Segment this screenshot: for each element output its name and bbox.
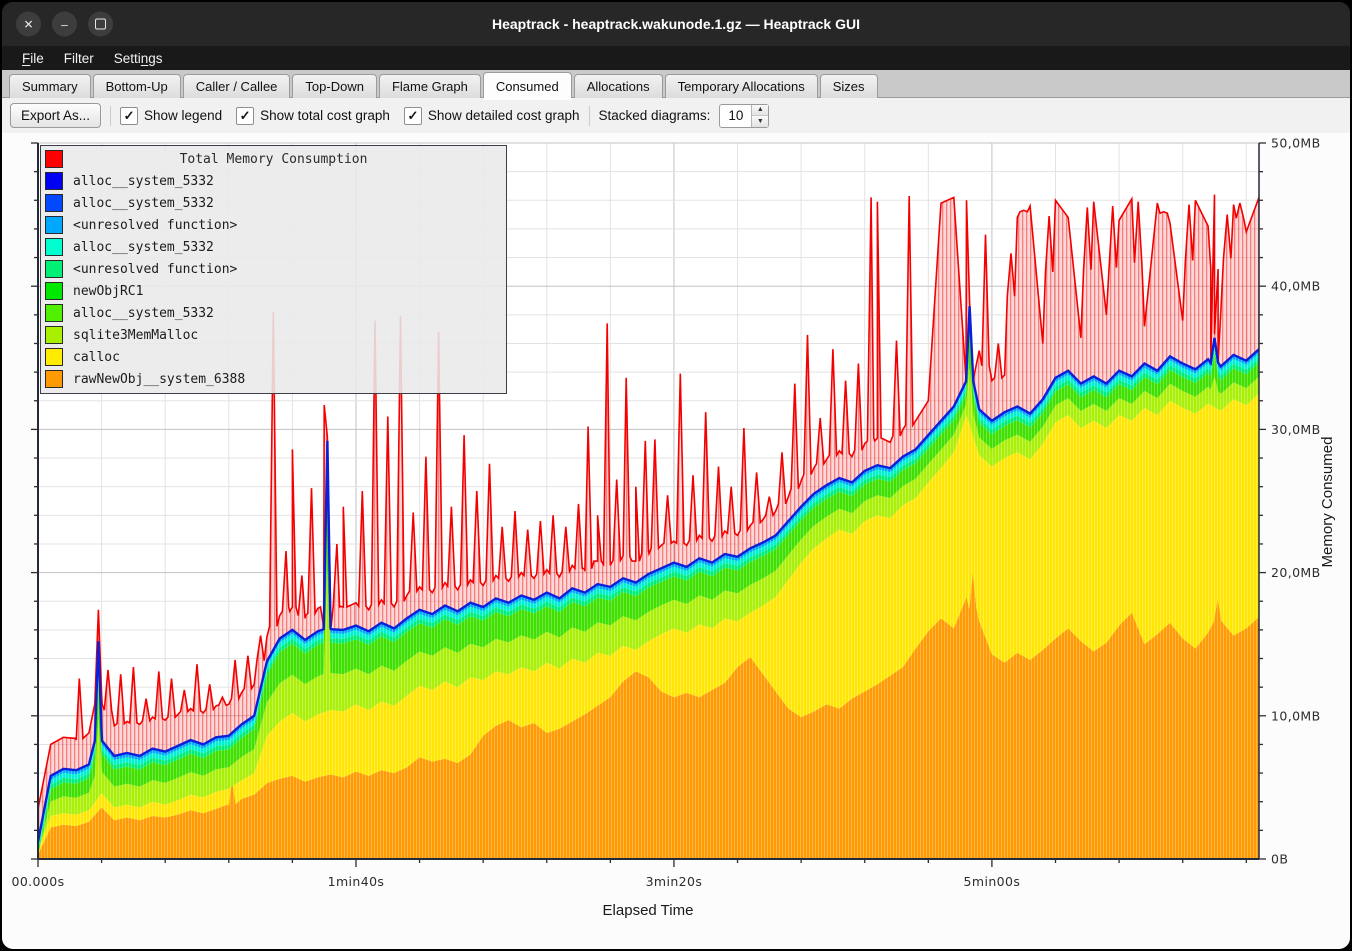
legend-title-row: Total Memory Consumption xyxy=(41,148,506,170)
y-tick-label: 20,0MB xyxy=(1271,565,1321,580)
tab-consumed[interactable]: Consumed xyxy=(483,72,572,98)
tab-temporary-allocations[interactable]: Temporary Allocations xyxy=(665,74,818,98)
x-tick-label: 00.000s xyxy=(11,874,64,889)
legend-item-label: <unresolved function> xyxy=(73,218,237,233)
legend-item: <unresolved function> xyxy=(41,258,506,280)
legend-item: newObjRC1 xyxy=(41,280,506,302)
chart-panel: 00.000s 1min40s 3min20s 5min00s 0B 10,0MB 20,0… xyxy=(2,133,1350,949)
legend-item-label: alloc__system_5332 xyxy=(73,306,214,321)
x-tick-label: 3min20s xyxy=(646,874,703,889)
legend-swatch xyxy=(45,348,63,366)
x-tick-label: 5min00s xyxy=(964,874,1021,889)
checkbox-box[interactable]: ✓ xyxy=(404,107,422,125)
stacked-diagrams-stepper[interactable]: 10 ▲ ▼ xyxy=(719,104,769,128)
legend-swatch xyxy=(45,326,63,344)
legend-item: rawNewObj__system_6388 xyxy=(41,368,506,390)
tab-allocations[interactable]: Allocations xyxy=(574,74,663,98)
legend-item-label: newObjRC1 xyxy=(73,284,143,299)
y-tick-label: 50,0MB xyxy=(1271,136,1321,151)
stepper-down-icon[interactable]: ▼ xyxy=(752,116,768,127)
toolbar: Export As... ✓ Show legend ✓ Show total … xyxy=(2,98,1350,133)
x-tick-label: 1min40s xyxy=(328,874,385,889)
x-axis-title: Elapsed Time xyxy=(603,902,694,919)
checkbox-show-legend[interactable]: ✓ Show legend xyxy=(120,107,222,125)
y-tick-label: 30,0MB xyxy=(1271,422,1321,437)
legend-title: Total Memory Consumption xyxy=(63,152,484,167)
minimize-button[interactable]: – xyxy=(52,12,77,37)
stepper-value[interactable]: 10 xyxy=(720,105,751,127)
legend-item-label: alloc__system_5332 xyxy=(73,196,214,211)
checkbox-label: Show legend xyxy=(144,108,222,123)
stacked-diagrams-label: Stacked diagrams: xyxy=(599,108,711,123)
title-bar[interactable]: ✕ – Heaptrack - heaptrack.wakunode.1.gz … xyxy=(2,2,1350,46)
window-title: Heaptrack - heaptrack.wakunode.1.gz — He… xyxy=(492,16,860,32)
stepper-up-icon[interactable]: ▲ xyxy=(752,105,768,117)
y-tick-label: 0B xyxy=(1271,852,1288,867)
tab-top-down[interactable]: Top-Down xyxy=(292,74,377,98)
legend-item-label: calloc xyxy=(73,350,120,365)
stepper-arrows: ▲ ▼ xyxy=(751,105,768,127)
legend-swatch xyxy=(45,370,63,388)
export-as-button[interactable]: Export As... xyxy=(10,103,101,128)
legend-swatch xyxy=(45,260,63,278)
legend-item: alloc__system_5332 xyxy=(41,236,506,258)
y-axis-title: Memory Consumed xyxy=(1319,437,1336,568)
maximize-button[interactable] xyxy=(88,12,113,37)
checkbox-box[interactable]: ✓ xyxy=(120,107,138,125)
menu-item-file[interactable]: File xyxy=(12,49,54,68)
tab-bar: SummaryBottom-UpCaller / CalleeTop-DownF… xyxy=(2,70,1350,98)
legend-swatch xyxy=(45,172,63,190)
toolbar-checkboxes: ✓ Show legend ✓ Show total cost graph ✓ … xyxy=(120,107,580,125)
tab-flame-graph[interactable]: Flame Graph xyxy=(379,74,481,98)
legend-item: <unresolved function> xyxy=(41,214,506,236)
checkbox-label: Show total cost graph xyxy=(260,108,390,123)
checkbox-show-detailed-cost-graph[interactable]: ✓ Show detailed cost graph xyxy=(404,107,580,125)
legend-swatch xyxy=(45,216,63,234)
checkbox-show-total-cost-graph[interactable]: ✓ Show total cost graph xyxy=(236,107,390,125)
legend-item-label: sqlite3MemMalloc xyxy=(73,328,198,343)
chart-legend: Total Memory Consumption alloc__system_5… xyxy=(40,145,507,394)
checkbox-box[interactable]: ✓ xyxy=(236,107,254,125)
menu-item-settings[interactable]: Settings xyxy=(104,49,173,68)
legend-item-label: alloc__system_5332 xyxy=(73,240,214,255)
maximize-icon xyxy=(95,19,106,30)
tab-sizes[interactable]: Sizes xyxy=(820,74,878,98)
y-tick-label: 10,0MB xyxy=(1271,708,1321,723)
legend-item: alloc__system_5332 xyxy=(41,170,506,192)
tab-caller-callee[interactable]: Caller / Callee xyxy=(183,74,291,98)
legend-swatch xyxy=(45,304,63,322)
legend-swatch xyxy=(45,238,63,256)
legend-item: alloc__system_5332 xyxy=(41,302,506,324)
legend-item: alloc__system_5332 xyxy=(41,192,506,214)
checkbox-label: Show detailed cost graph xyxy=(428,108,580,123)
legend-item: sqlite3MemMalloc xyxy=(41,324,506,346)
legend-swatch xyxy=(45,194,63,212)
legend-title-swatch xyxy=(45,150,63,168)
toolbar-separator xyxy=(110,106,111,126)
legend-item: calloc xyxy=(41,346,506,368)
legend-swatch xyxy=(45,282,63,300)
legend-item-label: alloc__system_5332 xyxy=(73,174,214,189)
menu-bar: FileFilterSettings xyxy=(2,46,1350,70)
window-controls: ✕ – xyxy=(16,12,113,37)
toolbar-separator xyxy=(589,106,590,126)
app-window: ✕ – Heaptrack - heaptrack.wakunode.1.gz … xyxy=(2,2,1350,949)
menu-item-filter[interactable]: Filter xyxy=(54,49,104,68)
y-tick-label: 40,0MB xyxy=(1271,279,1321,294)
legend-item-label: rawNewObj__system_6388 xyxy=(73,372,245,387)
legend-item-label: <unresolved function> xyxy=(73,262,237,277)
tab-summary[interactable]: Summary xyxy=(9,74,91,98)
tab-bottom-up[interactable]: Bottom-Up xyxy=(93,74,181,98)
close-button[interactable]: ✕ xyxy=(16,12,41,37)
